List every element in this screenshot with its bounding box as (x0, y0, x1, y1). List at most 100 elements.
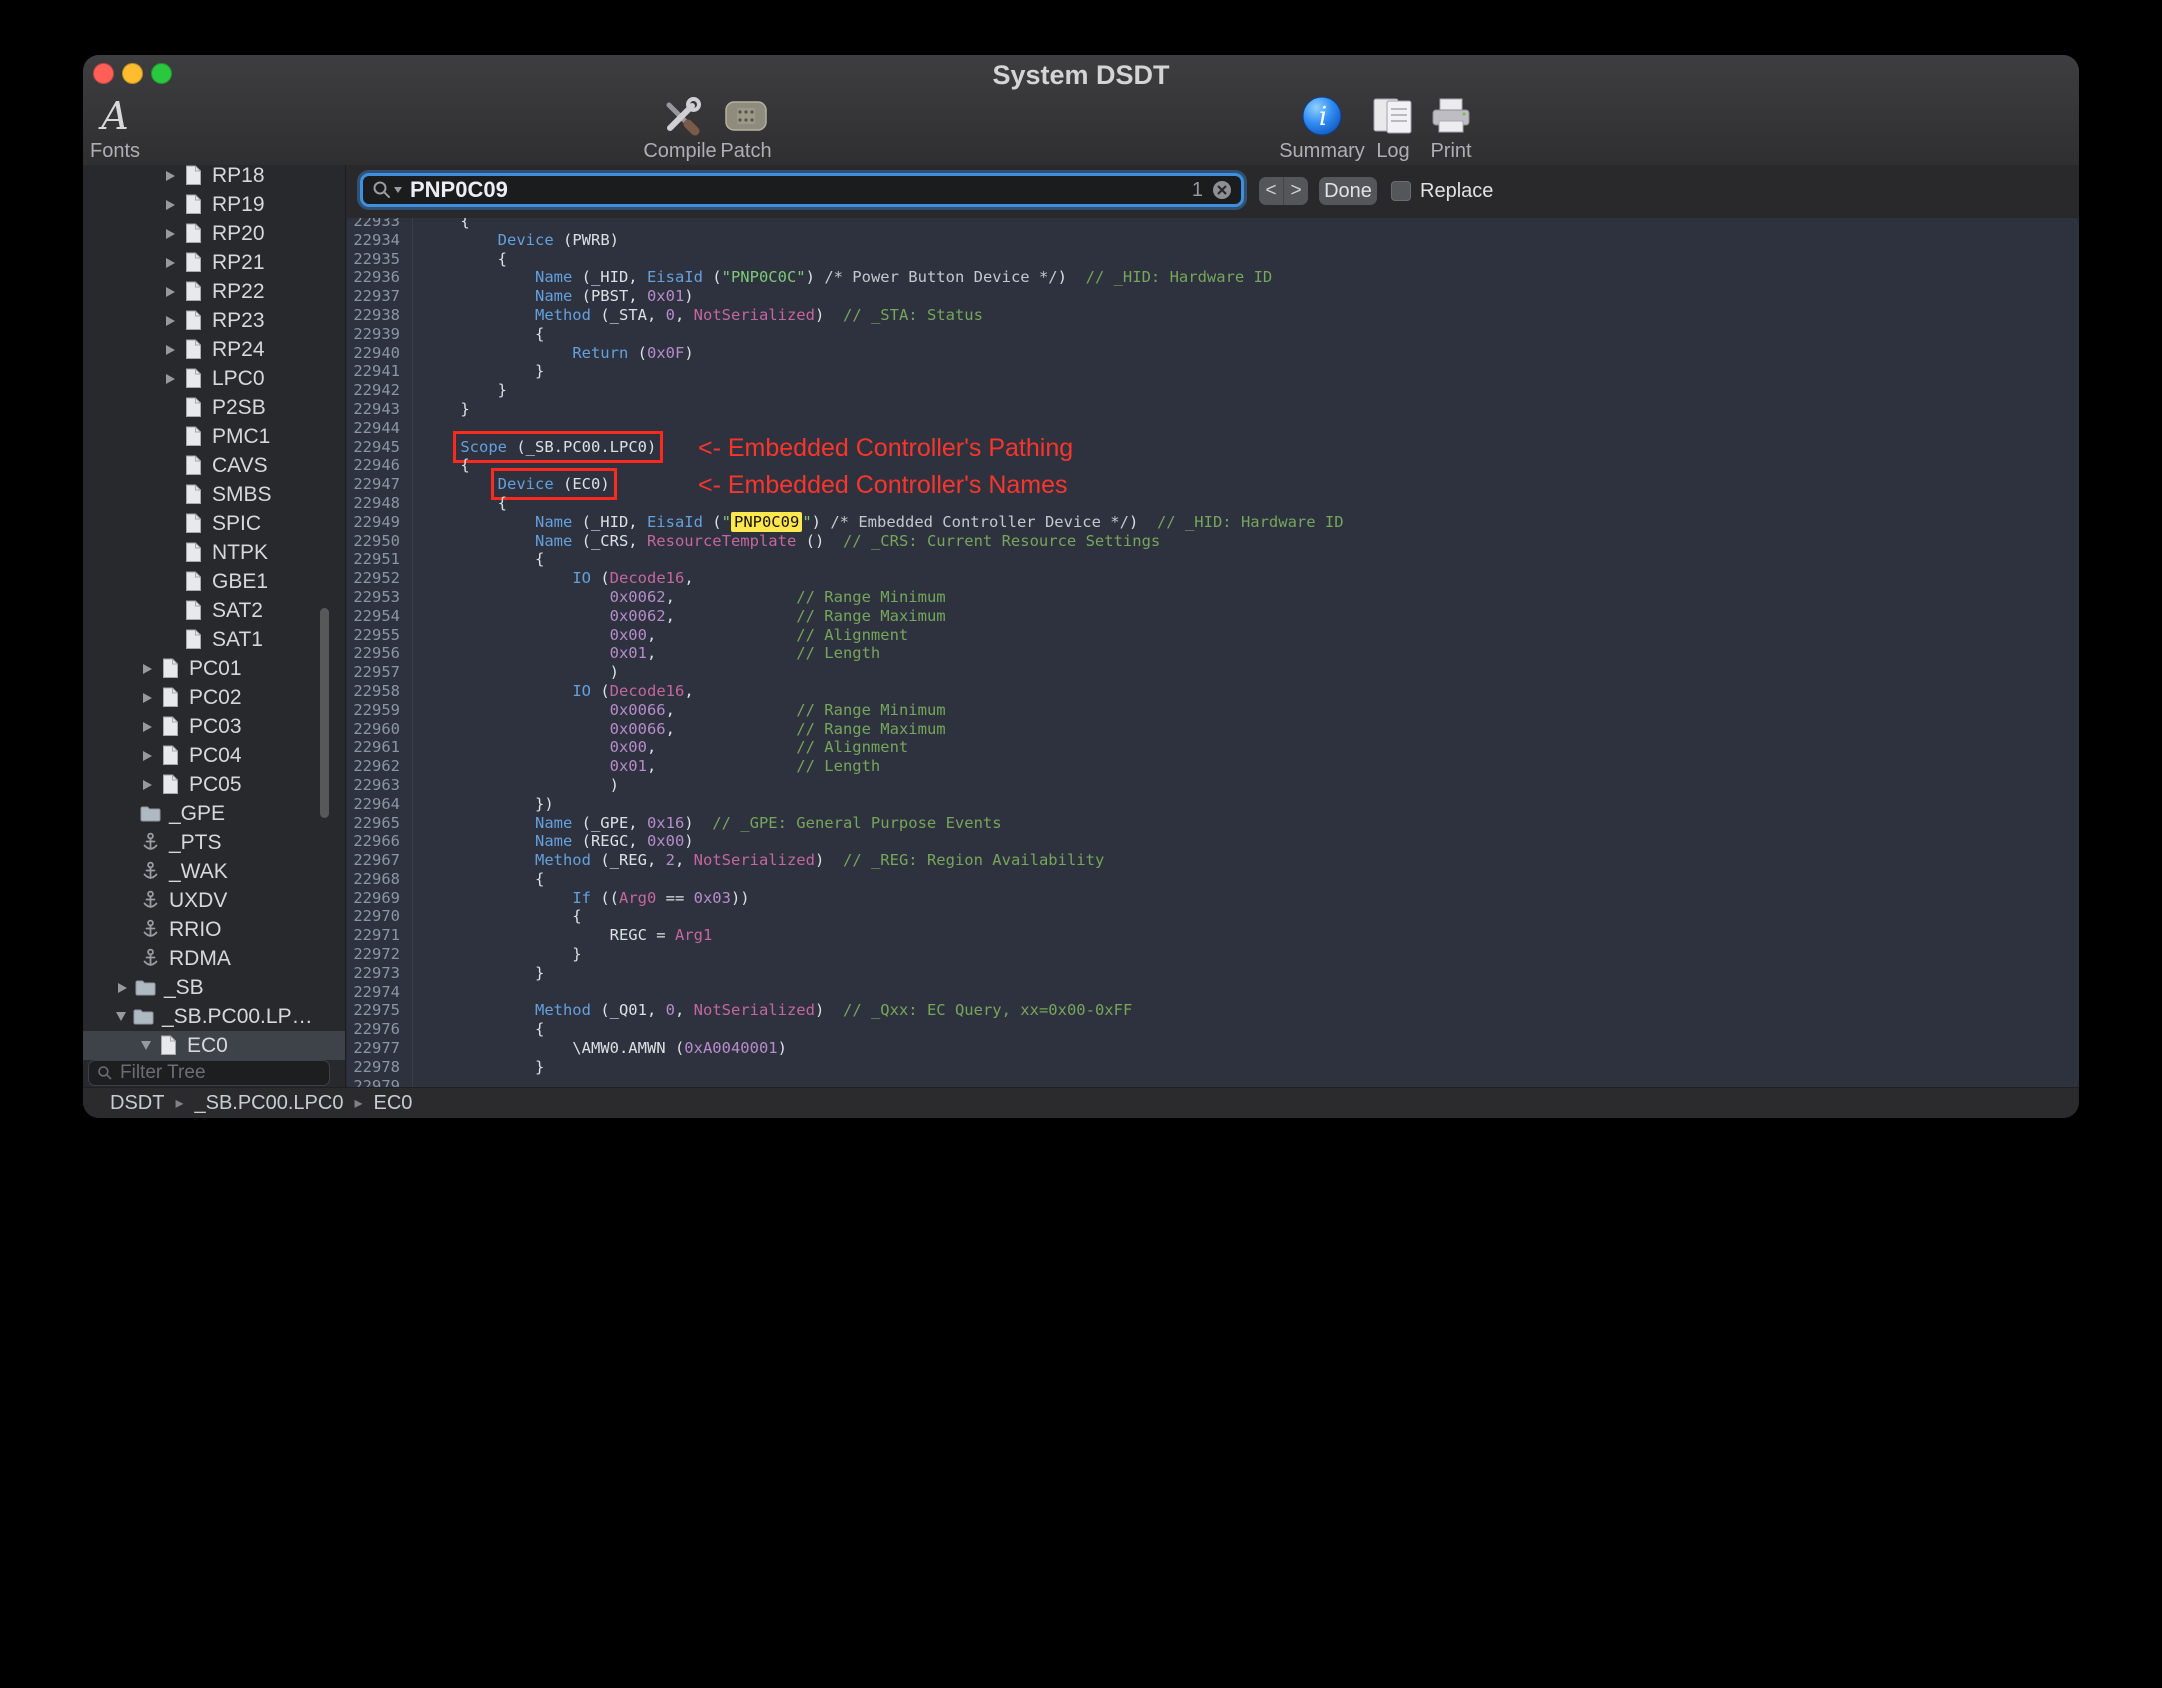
disclosure-right-icon[interactable] (113, 982, 132, 993)
tree-item-label: RP20 (212, 221, 265, 245)
code-editor[interactable]: 22933 {22934 Device (PWRB) 22935 {22936 N… (347, 218, 2079, 1088)
tree-item[interactable]: PMC1 (83, 422, 345, 451)
search-field[interactable]: 1 (360, 173, 1244, 207)
done-button[interactable]: Done (1319, 177, 1377, 205)
code-line: 22975 Method (_Q01, 0, NotSerialized) //… (347, 1001, 2079, 1021)
tree-item[interactable]: SAT1 (83, 625, 345, 654)
disclosure-right-icon[interactable] (161, 315, 180, 326)
line-number: 22971 (347, 926, 413, 946)
tree-item[interactable]: SMBS (83, 480, 345, 509)
line-number: 22958 (347, 681, 413, 701)
find-next-button[interactable]: > (1284, 177, 1308, 205)
code-text: 0x0066, // Range Maximum (609, 719, 946, 738)
tree-item[interactable]: PC03 (83, 712, 345, 741)
code-text: Name (_HID, EisaId (" PNP0C09 ") /* Embedd… (534, 511, 1344, 532)
tree-item[interactable]: LPC0 (83, 364, 345, 393)
tree-item[interactable]: PC04 (83, 741, 345, 770)
doc-icon (180, 339, 206, 360)
code-line: 22969 If ((Arg0 == 0x03)) (347, 888, 2079, 908)
disclosure-right-icon[interactable] (138, 692, 157, 703)
tree-item[interactable]: RP20 (83, 219, 345, 248)
tree-item-label: SMBS (212, 482, 272, 506)
close-button[interactable] (93, 63, 114, 84)
disclosure-right-icon[interactable] (138, 779, 157, 790)
tree-item-label: SPIC (212, 511, 262, 535)
tree-item-label: PC02 (189, 685, 242, 709)
disclosure-right-icon[interactable] (138, 721, 157, 732)
zoom-button[interactable] (151, 63, 172, 84)
disclosure-down-icon[interactable] (111, 1012, 130, 1021)
tree-item[interactable]: _WAK (83, 857, 345, 886)
code-line: 22970 { (347, 907, 2079, 927)
line-number: 22968 (347, 869, 413, 889)
find-previous-button[interactable]: < (1259, 177, 1283, 205)
tree-item[interactable]: _GPE (83, 799, 345, 828)
tree-item[interactable]: UXDV (83, 886, 345, 915)
disclosure-right-icon[interactable] (161, 228, 180, 239)
code-text: { (423, 493, 507, 512)
doc-icon (157, 716, 183, 737)
code-line: 22976 { (347, 1020, 2079, 1040)
tree-item[interactable]: NTPK (83, 538, 345, 567)
code-line: 22955 0x00, // Alignment (347, 625, 2079, 645)
replace-checkbox[interactable] (1391, 181, 1411, 201)
info-icon: i (1302, 93, 1342, 139)
tree-item[interactable]: RP18 (83, 165, 345, 190)
tree-item[interactable]: RP23 (83, 306, 345, 335)
disclosure-right-icon[interactable] (161, 286, 180, 297)
tree-item[interactable]: SAT2 (83, 596, 345, 625)
search-options-chevron-icon[interactable] (394, 187, 402, 193)
print-button[interactable]: Print (1406, 93, 1496, 163)
tree-item[interactable]: RP22 (83, 277, 345, 306)
method-icon (137, 832, 163, 853)
breadcrumb-item[interactable]: EC0 (374, 1092, 413, 1115)
tree-item[interactable]: _SB (83, 973, 345, 1002)
disclosure-down-icon[interactable] (136, 1041, 155, 1050)
code-text: IO (Decode16, (572, 681, 694, 700)
tree-item-label: LPC0 (212, 366, 265, 390)
code-line: 22960 0x0066, // Range Maximum (347, 719, 2079, 739)
minimize-button[interactable] (122, 63, 143, 84)
line-number: 22947 (347, 475, 413, 494)
breadcrumb-item[interactable]: _SB.PC00.LPC0 (194, 1092, 343, 1115)
tree-item[interactable]: P2SB (83, 393, 345, 422)
fonts-button[interactable]: A Fonts (83, 93, 160, 163)
tree-item[interactable]: RDMA (83, 944, 345, 973)
tree-item[interactable]: _SB.PC00.LP… (83, 1002, 345, 1031)
code-line: 22938 Method (_STA, 0, NotSerialized) //… (347, 305, 2079, 325)
tree-item[interactable]: RRIO (83, 915, 345, 944)
disclosure-right-icon[interactable] (138, 663, 157, 674)
patch-button[interactable]: Patch (701, 93, 791, 163)
tree-item[interactable]: SPIC (83, 509, 345, 538)
disclosure-right-icon[interactable] (161, 170, 180, 181)
breadcrumb-item[interactable]: DSDT (110, 1092, 164, 1115)
replace-option: Replace (1391, 177, 1493, 205)
tree-item[interactable]: GBE1 (83, 567, 345, 596)
doc-icon (180, 310, 206, 331)
code-line: 22935 { (347, 249, 2079, 269)
doc-icon (180, 368, 206, 389)
method-icon (137, 861, 163, 882)
tree-item[interactable]: RP21 (83, 248, 345, 277)
tree-item[interactable]: PC05 (83, 770, 345, 799)
method-icon (137, 948, 163, 969)
tree-item[interactable]: RP24 (83, 335, 345, 364)
code-line: 22940 Return (0x0F) (347, 343, 2079, 363)
clear-search-icon[interactable] (1212, 180, 1232, 200)
tree-item[interactable]: _PTS (83, 828, 345, 857)
disclosure-right-icon[interactable] (161, 199, 180, 210)
search-input[interactable] (402, 177, 1192, 203)
disclosure-right-icon[interactable] (161, 373, 180, 384)
filter-tree-input[interactable] (118, 1061, 321, 1085)
tree-item[interactable]: EC0 (83, 1031, 345, 1060)
tree-item[interactable]: RP19 (83, 190, 345, 219)
code-line: 22978 } (347, 1057, 2079, 1077)
disclosure-right-icon[interactable] (138, 750, 157, 761)
sidebar-scrollbar[interactable] (320, 608, 329, 818)
tree-item[interactable]: PC01 (83, 654, 345, 683)
tree-item[interactable]: CAVS (83, 451, 345, 480)
tree-item[interactable]: PC02 (83, 683, 345, 712)
disclosure-right-icon[interactable] (161, 257, 180, 268)
disclosure-right-icon[interactable] (161, 344, 180, 355)
search-icon[interactable] (372, 180, 392, 200)
